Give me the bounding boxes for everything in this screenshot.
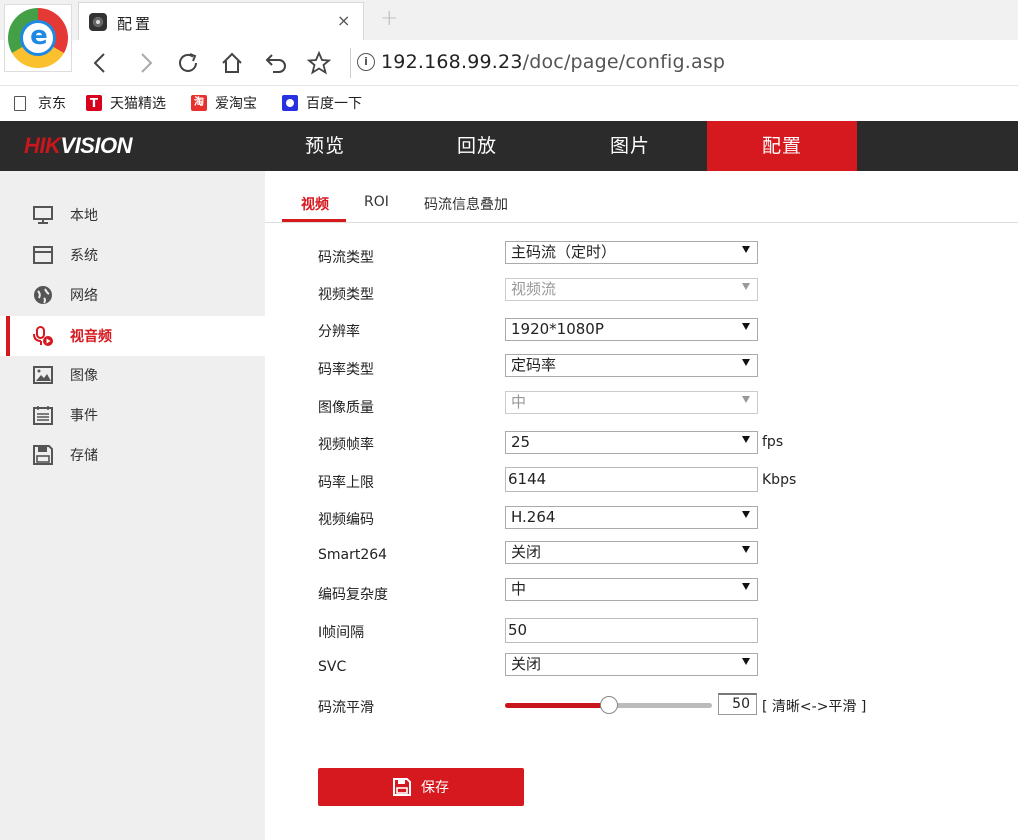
chevron-down-icon [742, 583, 750, 590]
chevron-down-icon [742, 436, 750, 443]
sidebar-item-event[interactable]: 事件 [0, 395, 265, 435]
i-frame-interval-input[interactable]: 50 [505, 618, 758, 643]
sidebar-item-image[interactable]: 图像 [0, 355, 265, 395]
bookmark-jd[interactable]: 京东 [12, 92, 66, 114]
baidu-paw-icon [282, 95, 298, 111]
subtab-video[interactable]: 视频 [301, 194, 329, 214]
monitor-icon [32, 205, 54, 225]
sidebar-item-network[interactable]: 网络 [0, 275, 265, 315]
chevron-down-icon [742, 396, 750, 403]
video-type-select: 视频流 [505, 278, 758, 301]
active-subtab-indicator [282, 219, 346, 222]
smart264-label: Smart264 [318, 547, 388, 563]
address-bar[interactable]: i 192.168.99.23/doc/page/config.asp [350, 48, 1010, 78]
home-icon[interactable] [217, 48, 247, 78]
bookmark-taobao[interactable]: 淘 爱淘宝 [191, 92, 257, 114]
globe-icon [32, 285, 54, 305]
bitrate-type-label: 码率类型 [318, 362, 374, 378]
frame-rate-select[interactable]: 25 [505, 431, 758, 454]
subtab-stream-overlay[interactable]: 码流信息叠加 [424, 194, 508, 214]
smoothing-slider[interactable] [505, 696, 712, 714]
browser-logo-icon[interactable]: e [4, 4, 72, 72]
video-type-label: 视频类型 [318, 287, 374, 303]
image-quality-select: 中 [505, 391, 758, 414]
frame-rate-unit: fps [762, 434, 784, 450]
frame-rate-label: 视频帧率 [318, 437, 374, 453]
smoothing-hint: [ 清晰<->平滑 ] [762, 699, 867, 715]
calendar-icon [32, 405, 54, 425]
smoothing-value-input[interactable]: 50 [718, 693, 757, 715]
camera-favicon-icon [89, 13, 107, 31]
forward-icon[interactable] [130, 48, 160, 78]
chevron-down-icon [742, 658, 750, 665]
image-quality-label: 图像质量 [318, 400, 374, 416]
browser-tab-bar: 配置 × + [0, 0, 1018, 40]
browser-toolbar: i 192.168.99.23/doc/page/config.asp [0, 40, 1018, 86]
max-bitrate-unit: Kbps [762, 472, 797, 488]
floppy-disk-icon [393, 778, 411, 796]
resolution-select[interactable]: 1920*1080P [505, 318, 758, 341]
info-icon[interactable]: i [357, 53, 375, 71]
back-icon[interactable] [86, 48, 116, 78]
stream-type-select[interactable]: 主码流（定时） [505, 241, 758, 264]
svc-label: SVC [318, 659, 347, 675]
bookmark-tmall[interactable]: T 天猫精选 [86, 92, 166, 114]
chevron-down-icon [742, 546, 750, 553]
svc-select[interactable]: 关闭 [505, 653, 758, 676]
stream-type-label: 码流类型 [318, 250, 374, 266]
hikvision-logo: HIKVISION [24, 133, 132, 158]
slider-fill [505, 703, 609, 708]
i-frame-interval-label: I帧间隔 [318, 625, 365, 641]
microphone-video-icon [32, 326, 54, 346]
smart264-select[interactable]: 关闭 [505, 541, 758, 564]
max-bitrate-label: 码率上限 [318, 475, 374, 491]
tmall-icon: T [86, 95, 102, 111]
chevron-down-icon [742, 246, 750, 253]
slider-handle[interactable] [599, 696, 618, 714]
browser-tab-title: 配置 [117, 15, 154, 33]
sidebar-item-system[interactable]: 系统 [0, 235, 265, 275]
app-header: HIKVISION 预览 回放 图片 配置 [0, 121, 1018, 171]
close-tab-icon[interactable]: × [337, 11, 350, 30]
chevron-down-icon [742, 511, 750, 518]
save-button-label: 保存 [421, 780, 449, 796]
bookmarks-bar: 京东 T 天猫精选 淘 爱淘宝 百度一下 [0, 86, 1018, 120]
tab-preview[interactable]: 预览 [250, 121, 400, 171]
max-bitrate-input[interactable]: 6144 [505, 467, 758, 492]
complexity-select[interactable]: 中 [505, 578, 758, 601]
sub-tab-bar: 视频 ROI 码流信息叠加 [265, 171, 1018, 223]
new-tab-button[interactable]: + [380, 6, 398, 31]
video-encoding-select[interactable]: H.264 [505, 506, 758, 529]
window-icon [32, 245, 54, 265]
tab-picture[interactable]: 图片 [555, 121, 705, 171]
url-text[interactable]: 192.168.99.23/doc/page/config.asp [381, 51, 725, 73]
floppy-disk-icon [32, 445, 54, 465]
chevron-down-icon [742, 283, 750, 290]
chevron-down-icon [742, 359, 750, 366]
tab-playback[interactable]: 回放 [402, 121, 552, 171]
complexity-label: 编码复杂度 [318, 587, 388, 603]
sidebar-item-local[interactable]: 本地 [0, 195, 265, 235]
smoothing-label: 码流平滑 [318, 700, 374, 716]
image-icon [32, 365, 54, 385]
undo-icon[interactable] [261, 48, 291, 78]
sidebar-item-storage[interactable]: 存储 [0, 435, 265, 475]
browser-tab[interactable]: 配置 × [78, 2, 364, 40]
document-icon [14, 95, 26, 111]
video-encoding-label: 视频编码 [318, 512, 374, 528]
bitrate-type-select[interactable]: 定码率 [505, 354, 758, 377]
star-bookmark-icon[interactable] [304, 48, 334, 78]
resolution-label: 分辨率 [318, 324, 360, 340]
reload-icon[interactable] [173, 48, 203, 78]
bookmark-baidu[interactable]: 百度一下 [282, 92, 362, 114]
chevron-down-icon [742, 323, 750, 330]
sidebar: 本地 系统 网络 视音频 图像 事件 存储 [0, 171, 265, 840]
save-button[interactable]: 保存 [318, 768, 524, 806]
sidebar-item-video-audio[interactable]: 视音频 [0, 316, 265, 356]
tab-configuration[interactable]: 配置 [707, 121, 857, 171]
taobao-icon: 淘 [191, 95, 207, 111]
subtab-roi[interactable]: ROI [364, 194, 389, 210]
